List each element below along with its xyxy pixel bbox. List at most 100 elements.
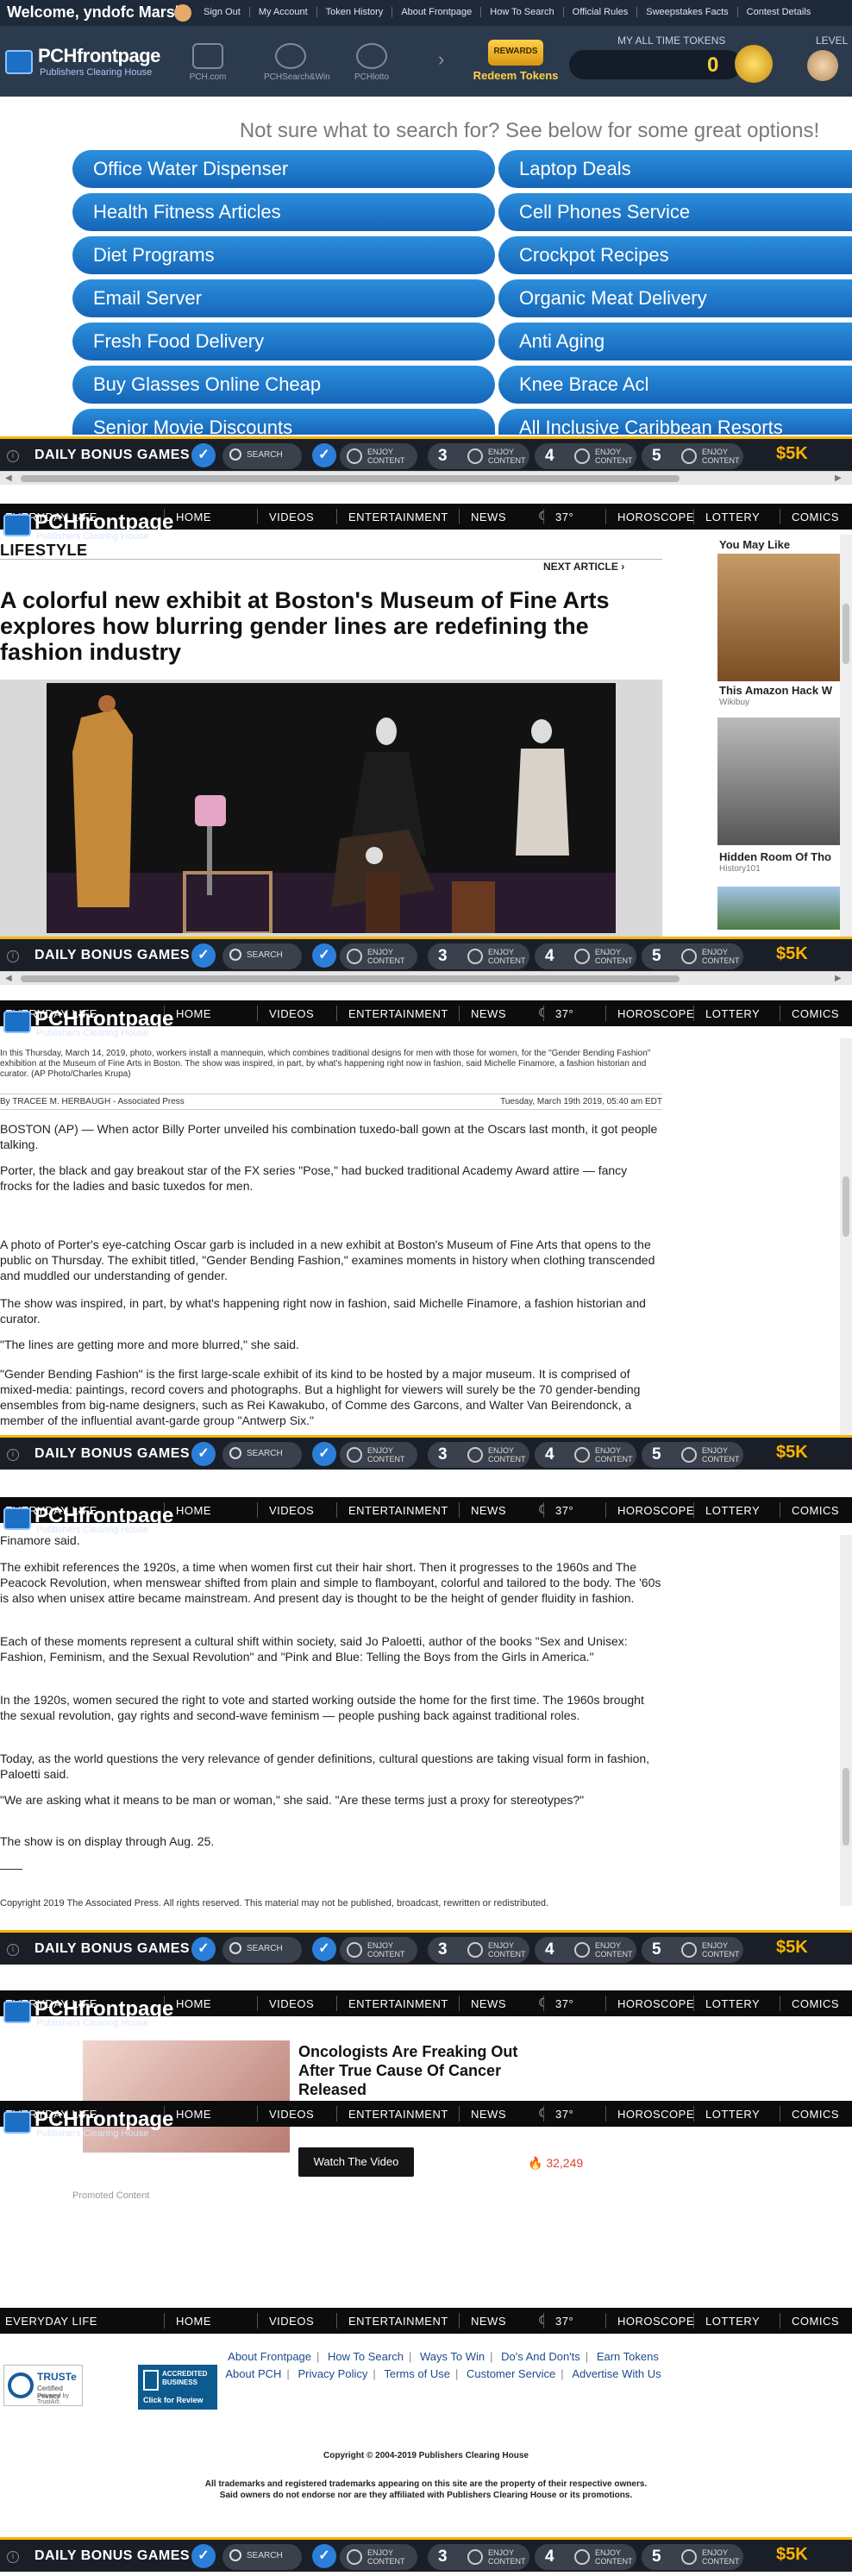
- footer-link[interactable]: Earn Tokens: [592, 2350, 664, 2363]
- pch-logo[interactable]: PCHfrontpage Publishers Clearing House: [0, 1006, 173, 1038]
- pch-logo[interactable]: PCHfrontpage Publishers Clearing House: [5, 45, 169, 79]
- page-scrollbar[interactable]: [840, 535, 852, 940]
- footer-link[interactable]: Terms of Use: [379, 2367, 455, 2380]
- rewards-button[interactable]: REWARDS Redeem Tokens: [473, 40, 559, 90]
- bonus-step[interactable]: 4 ENJOY CONTENT: [535, 1442, 636, 1468]
- scroll-thumb[interactable]: [21, 975, 680, 982]
- suggestion-button[interactable]: Office Water Dispenser: [72, 150, 495, 188]
- sign-out-link[interactable]: Sign Out: [195, 7, 249, 17]
- bonus-enjoy-step[interactable]: ENJOY CONTENT: [340, 443, 417, 469]
- category-tab[interactable]: ENTERTAINMENT: [348, 1997, 448, 2010]
- category-tab[interactable]: HOROSCOPE: [617, 1007, 694, 1020]
- suggestion-button[interactable]: Health Fitness Articles: [72, 193, 495, 231]
- next-article-link[interactable]: NEXT ARTICLE ›: [543, 561, 624, 573]
- bbb-seal[interactable]: ACCREDITED BUSINESS Click for Review: [138, 2365, 217, 2410]
- avatar[interactable]: [174, 4, 191, 22]
- bonus-step[interactable]: 5 ENJOY CONTENT: [642, 1442, 743, 1468]
- rail-image[interactable]: [717, 718, 852, 845]
- category-tab[interactable]: LOTTERY: [705, 511, 760, 523]
- scroll-left-icon[interactable]: ◀: [5, 974, 12, 983]
- suggestion-button[interactable]: Email Server: [72, 279, 495, 317]
- category-tab[interactable]: ENTERTAINMENT: [348, 2315, 448, 2328]
- category-tab[interactable]: COMICS: [792, 1007, 839, 1020]
- suggestion-button[interactable]: Crockpot Recipes: [498, 236, 852, 274]
- rail-caption[interactable]: This Amazon Hack W: [719, 684, 832, 697]
- category-tab[interactable]: NEWS: [471, 511, 506, 523]
- category-tab[interactable]: LOTTERY: [705, 1997, 760, 2010]
- category-tab[interactable]: HOME: [176, 2108, 211, 2121]
- nav-pch-com[interactable]: PCH.com: [181, 43, 235, 82]
- category-tab[interactable]: COMICS: [792, 1997, 839, 2010]
- watch-video-button[interactable]: Watch The Video: [298, 2147, 414, 2177]
- bonus-enjoy-step[interactable]: ENJOY CONTENT: [340, 1937, 417, 1963]
- pch-logo[interactable]: PCHfrontpage Publishers Clearing House: [0, 2106, 173, 2139]
- footer-link[interactable]: Ways To Win: [415, 2350, 490, 2363]
- category-tab[interactable]: NEWS: [471, 2108, 506, 2121]
- about-frontpage-link[interactable]: About Frontpage: [392, 7, 480, 17]
- rail-caption[interactable]: Hidden Room Of Tho: [719, 850, 831, 863]
- bonus-enjoy-step[interactable]: ENJOY CONTENT: [340, 943, 417, 969]
- bonus-step[interactable]: 3 ENJOY CONTENT: [428, 943, 529, 969]
- info-icon[interactable]: i: [7, 2551, 19, 2563]
- nav-lotto[interactable]: PCHlotto: [345, 43, 398, 82]
- bonus-step[interactable]: 3 ENJOY CONTENT: [428, 1937, 529, 1963]
- category-tab[interactable]: HOME: [176, 1007, 211, 1020]
- category-tab[interactable]: LOTTERY: [705, 2315, 760, 2328]
- nav-search-win[interactable]: PCHSearch&Win: [264, 43, 330, 82]
- suggestion-button[interactable]: Cell Phones Service: [498, 193, 852, 231]
- footer-link[interactable]: Advertise With Us: [567, 2367, 666, 2380]
- suggestion-button[interactable]: Diet Programs: [72, 236, 495, 274]
- rail-image[interactable]: [717, 554, 852, 681]
- article-photo[interactable]: [47, 683, 616, 933]
- token-history-link[interactable]: Token History: [316, 7, 392, 17]
- scroll-right-icon[interactable]: ▶: [835, 974, 842, 983]
- category-tab[interactable]: COMICS: [792, 511, 839, 523]
- category-tab[interactable]: LOTTERY: [705, 1007, 760, 1020]
- info-icon[interactable]: i: [7, 1944, 19, 1956]
- category-tab[interactable]: ENTERTAINMENT: [348, 511, 448, 523]
- official-rules-link[interactable]: Official Rules: [562, 7, 637, 17]
- scroll-thumb[interactable]: [21, 475, 680, 482]
- bonus-step[interactable]: 5 ENJOY CONTENT: [642, 1937, 743, 1963]
- pch-logo[interactable]: PCHfrontpage Publishers Clearing House: [0, 1996, 173, 2028]
- footer-link[interactable]: About PCH: [220, 2367, 286, 2380]
- bonus-search-step[interactable]: SEARCH: [222, 2544, 302, 2570]
- my-account-link[interactable]: My Account: [248, 7, 316, 17]
- truste-seal[interactable]: TRUSTe Certified Privacy Powered by Trus…: [3, 2365, 83, 2406]
- category-tab[interactable]: HOROSCOPE: [617, 1504, 694, 1517]
- category-tab[interactable]: HOME: [176, 2315, 211, 2328]
- category-tab[interactable]: NEWS: [471, 1997, 506, 2010]
- chevron-right-icon[interactable]: ›: [438, 48, 444, 71]
- category-tab[interactable]: VIDEOS: [269, 1504, 314, 1517]
- category-tab[interactable]: COMICS: [792, 2315, 839, 2328]
- category-tab[interactable]: VIDEOS: [269, 511, 314, 523]
- bonus-search-step[interactable]: SEARCH: [222, 443, 302, 469]
- bonus-search-step[interactable]: SEARCH: [222, 943, 302, 969]
- footer-link[interactable]: How To Search: [323, 2350, 409, 2363]
- info-icon[interactable]: i: [7, 950, 19, 962]
- footer-link[interactable]: Customer Service: [461, 2367, 561, 2380]
- category-tab[interactable]: LOTTERY: [705, 1504, 760, 1517]
- category-tab[interactable]: HOROSCOPE: [617, 511, 694, 523]
- pch-logo[interactable]: PCHfrontpage Publishers Clearing House: [0, 1502, 173, 1535]
- category-tab[interactable]: HOROSCOPE: [617, 2108, 694, 2121]
- promo-title[interactable]: Oncologists Are Freaking Out After True …: [298, 2042, 557, 2099]
- footer-link[interactable]: About Frontpage: [222, 2350, 316, 2363]
- info-icon[interactable]: i: [7, 450, 19, 462]
- suggestion-button[interactable]: Buy Glasses Online Cheap: [72, 366, 495, 404]
- info-icon[interactable]: i: [7, 1449, 19, 1461]
- weather-temp[interactable]: 37°: [555, 2108, 573, 2121]
- footer-link[interactable]: Do's And Don'ts: [496, 2350, 586, 2363]
- bonus-step[interactable]: 4 ENJOY CONTENT: [535, 443, 636, 469]
- bonus-step[interactable]: 3 ENJOY CONTENT: [428, 1442, 529, 1468]
- pch-logo[interactable]: PCHfrontpage Publishers Clearing House: [0, 509, 173, 542]
- page-scrollbar[interactable]: [840, 1038, 852, 1444]
- category-tab[interactable]: COMICS: [792, 1504, 839, 1517]
- bonus-step[interactable]: 4 ENJOY CONTENT: [535, 1937, 636, 1963]
- scroll-right-icon[interactable]: ▶: [835, 473, 842, 483]
- category-tab[interactable]: HOROSCOPE: [617, 1997, 694, 2010]
- weather-temp[interactable]: 37°: [555, 2315, 573, 2328]
- category-tab[interactable]: VIDEOS: [269, 2315, 314, 2328]
- sweepstakes-facts-link[interactable]: Sweepstakes Facts: [636, 7, 736, 17]
- bonus-step[interactable]: 4 ENJOY CONTENT: [535, 943, 636, 969]
